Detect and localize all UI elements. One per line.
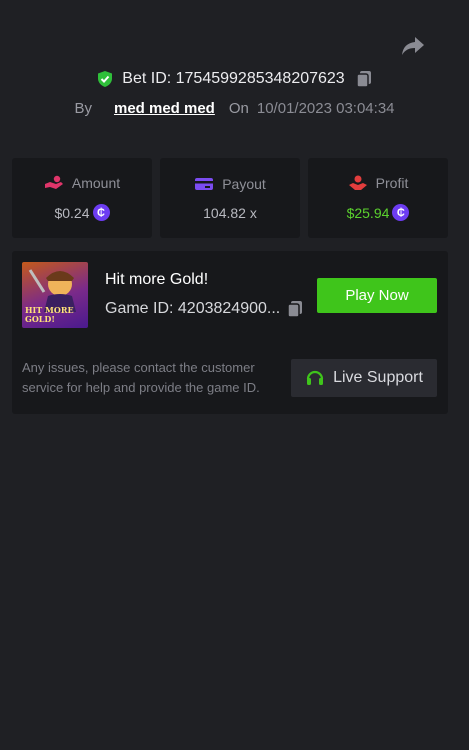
share-button[interactable] [400, 34, 426, 58]
shield-check-icon [96, 70, 114, 88]
game-card: HIT MORE GOLD! Hit more Gold! Game ID: 4… [12, 251, 448, 414]
by-label: By [74, 99, 92, 117]
game-id-row: Game ID: 4203824900... [105, 300, 304, 318]
stat-amount: Amount $0.24 ₵ [12, 158, 152, 238]
bet-id-text: Bet ID: 1754599285348207623 [122, 70, 345, 87]
username-link[interactable]: med med med [114, 100, 215, 117]
live-support-button[interactable]: Live Support [291, 359, 437, 397]
thumbnail-text: HIT MORE GOLD! [25, 305, 74, 324]
live-support-label: Live Support [333, 369, 423, 386]
copy-game-id-icon[interactable] [286, 300, 304, 318]
game-title: Hit more Gold! [105, 271, 209, 288]
bet-detail-page: Bet ID: 1754599285348207623 By med med m… [0, 0, 469, 750]
profit-value: $25.94 [346, 204, 390, 221]
bet-date: 10/01/2023 03:04:34 [256, 99, 395, 117]
coin-icon: ₵ [392, 204, 410, 221]
bet-stats: Amount $0.24 ₵ Payout 104.82 x Profit $2… [12, 158, 448, 238]
game-id-text: Game ID: 4203824900... [105, 300, 281, 317]
share-icon [402, 37, 424, 55]
play-now-button[interactable]: Play Now [317, 278, 437, 313]
stat-profit: Profit $25.94 ₵ [308, 158, 448, 238]
amount-value: $0.24 [54, 204, 90, 221]
bet-id-row: Bet ID: 1754599285348207623 [0, 66, 469, 92]
copy-bet-id-icon[interactable] [355, 70, 373, 88]
bet-meta-row: By med med med On 10/01/2023 03:04:34 [0, 95, 469, 121]
on-label: On [228, 99, 249, 117]
headset-icon [305, 368, 325, 388]
profit-label: Profit [375, 175, 409, 191]
game-thumbnail[interactable]: HIT MORE GOLD! [22, 262, 88, 328]
stat-payout: Payout 104.82 x [160, 158, 300, 238]
coin-icon: ₵ [92, 204, 110, 221]
hand-coins-icon [44, 175, 64, 191]
payout-label: Payout [222, 175, 266, 192]
amount-label: Amount [71, 175, 121, 191]
hand-gift-icon [348, 175, 368, 191]
card-icon [194, 176, 214, 192]
payout-value: 104.82 x [203, 204, 257, 221]
help-text: Any issues, please contact the customer … [22, 360, 260, 395]
